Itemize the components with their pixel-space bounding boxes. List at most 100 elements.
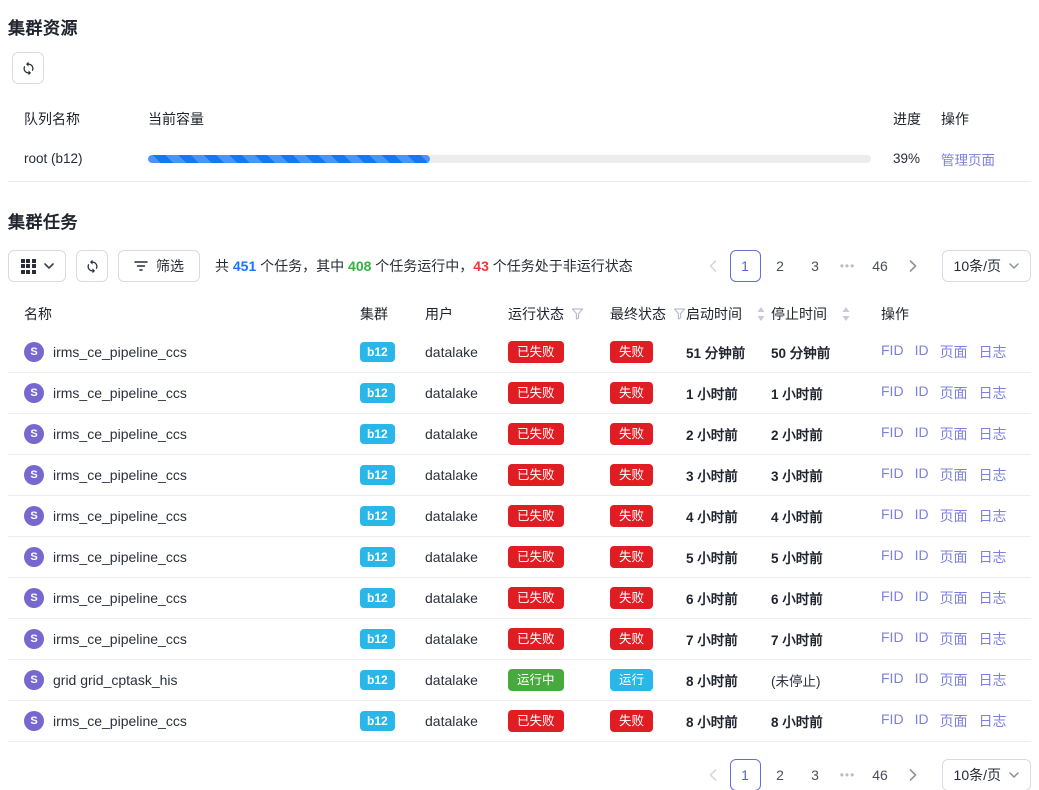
action-link[interactable]: 日志 bbox=[979, 547, 1007, 567]
action-link[interactable]: 页面 bbox=[940, 383, 968, 403]
action-link[interactable]: FID bbox=[881, 424, 904, 444]
task-name: grid grid_cptask_his bbox=[53, 672, 178, 688]
pagination-prev-button[interactable] bbox=[700, 250, 726, 282]
page-size-select[interactable]: 10条/页 bbox=[942, 250, 1031, 282]
summary-text: 个任务，其中 bbox=[256, 258, 348, 274]
action-link[interactable]: 页面 bbox=[940, 711, 968, 731]
action-link[interactable]: 页面 bbox=[940, 506, 968, 526]
action-link[interactable]: 日志 bbox=[979, 383, 1007, 403]
final-status-badge: 失败 bbox=[610, 464, 653, 486]
action-link[interactable]: FID bbox=[881, 342, 904, 362]
sorter-icon[interactable] bbox=[757, 307, 765, 321]
final-status-badge: 失败 bbox=[610, 505, 653, 527]
action-link[interactable]: FID bbox=[881, 629, 904, 649]
cluster-badge: b12 bbox=[360, 711, 395, 731]
action-link[interactable]: 日志 bbox=[979, 465, 1007, 485]
row-actions: FID ID 页面日志 bbox=[881, 547, 1031, 567]
pagination-page-2[interactable]: 2 bbox=[765, 250, 796, 282]
run-status-badge: 已失败 bbox=[508, 505, 564, 527]
resources-refresh-button[interactable] bbox=[12, 52, 44, 84]
task-user: datalake bbox=[425, 713, 508, 729]
pagination-next-button[interactable] bbox=[900, 759, 926, 790]
action-link[interactable]: ID bbox=[915, 711, 929, 731]
action-link[interactable]: 页面 bbox=[940, 342, 968, 362]
action-link[interactable]: 页面 bbox=[940, 424, 968, 444]
pagination-page-3[interactable]: 3 bbox=[800, 250, 831, 282]
spark-avatar-icon: S bbox=[24, 465, 44, 485]
action-link[interactable]: ID bbox=[915, 383, 929, 403]
pagination-page-46[interactable]: 46 bbox=[865, 759, 896, 790]
pagination-page-3[interactable]: 3 bbox=[800, 759, 831, 790]
spark-avatar-icon: S bbox=[24, 424, 44, 444]
task-user: datalake bbox=[425, 672, 508, 688]
action-link[interactable]: FID bbox=[881, 547, 904, 567]
action-link[interactable]: ID bbox=[915, 342, 929, 362]
pagination-ellipsis[interactable]: ••• bbox=[835, 759, 861, 790]
col-header-name: 名称 bbox=[8, 304, 360, 324]
action-link[interactable]: ID bbox=[915, 670, 929, 690]
action-link[interactable]: ID bbox=[915, 547, 929, 567]
action-link[interactable]: 日志 bbox=[979, 588, 1007, 608]
pagination-next-button[interactable] bbox=[900, 250, 926, 282]
action-link[interactable]: 页面 bbox=[940, 629, 968, 649]
action-link[interactable]: ID bbox=[915, 588, 929, 608]
start-time: 8 小时前 bbox=[686, 670, 771, 690]
table-row: S irms_ce_pipeline_ccs b12 datalake 已失败 … bbox=[8, 537, 1031, 578]
tasks-toolbar: 筛选 共 451 个任务，其中 408 个任务运行中，43 个任务处于非运行状态… bbox=[8, 250, 1031, 282]
action-link[interactable]: 页面 bbox=[940, 465, 968, 485]
action-link[interactable]: ID bbox=[915, 629, 929, 649]
action-link[interactable]: 日志 bbox=[979, 711, 1007, 731]
tasks-refresh-button[interactable] bbox=[76, 250, 108, 282]
funnel-filter-icon[interactable] bbox=[571, 308, 584, 320]
cluster-badge: b12 bbox=[360, 342, 395, 362]
table-row: S irms_ce_pipeline_ccs b12 datalake 已失败 … bbox=[8, 414, 1031, 455]
row-actions: FID ID 页面日志 bbox=[881, 588, 1031, 608]
action-link[interactable]: 日志 bbox=[979, 506, 1007, 526]
action-link[interactable]: FID bbox=[881, 588, 904, 608]
action-link[interactable]: ID bbox=[915, 465, 929, 485]
grid-icon bbox=[21, 259, 36, 274]
action-link[interactable]: FID bbox=[881, 670, 904, 690]
column-settings-dropdown-button[interactable] bbox=[8, 250, 66, 282]
row-actions: FID ID 页面日志 bbox=[881, 383, 1031, 403]
pagination-page-1[interactable]: 1 bbox=[730, 759, 761, 790]
refresh-icon bbox=[21, 61, 36, 76]
action-link[interactable]: ID bbox=[915, 506, 929, 526]
start-time: 2 小时前 bbox=[686, 424, 771, 444]
task-name: irms_ce_pipeline_ccs bbox=[53, 713, 187, 729]
action-link[interactable]: FID bbox=[881, 506, 904, 526]
start-time: 7 小时前 bbox=[686, 629, 771, 649]
task-name: irms_ce_pipeline_ccs bbox=[53, 385, 187, 401]
action-link[interactable]: 页面 bbox=[940, 670, 968, 690]
table-row: S irms_ce_pipeline_ccs b12 datalake 已失败 … bbox=[8, 332, 1031, 373]
action-link[interactable]: FID bbox=[881, 383, 904, 403]
col-header-current-capacity: 当前容量 bbox=[148, 109, 885, 129]
page-size-select[interactable]: 10条/页 bbox=[942, 759, 1031, 790]
cluster-resources-title: 集群资源 bbox=[8, 14, 1031, 39]
filter-button[interactable]: 筛选 bbox=[118, 250, 200, 282]
row-actions: FID ID 页面日志 bbox=[881, 465, 1031, 485]
run-status-badge: 已失败 bbox=[508, 546, 564, 568]
final-status-badge: 失败 bbox=[610, 710, 653, 732]
pagination-page-1[interactable]: 1 bbox=[730, 250, 761, 282]
row-actions: FID ID 页面日志 bbox=[881, 629, 1031, 649]
stop-time: 4 小时前 bbox=[771, 506, 881, 526]
pagination-page-46[interactable]: 46 bbox=[865, 250, 896, 282]
pagination-ellipsis[interactable]: ••• bbox=[835, 250, 861, 282]
action-link[interactable]: ID bbox=[915, 424, 929, 444]
action-link[interactable]: FID bbox=[881, 711, 904, 731]
action-link[interactable]: 日志 bbox=[979, 424, 1007, 444]
run-status-badge: 已失败 bbox=[508, 587, 564, 609]
action-link[interactable]: FID bbox=[881, 465, 904, 485]
action-link[interactable]: 日志 bbox=[979, 629, 1007, 649]
action-link[interactable]: 日志 bbox=[979, 342, 1007, 362]
pagination-prev-button[interactable] bbox=[700, 759, 726, 790]
action-link[interactable]: 页面 bbox=[940, 588, 968, 608]
task-name: irms_ce_pipeline_ccs bbox=[53, 426, 187, 442]
action-link[interactable]: 页面 bbox=[940, 547, 968, 567]
funnel-filter-icon[interactable] bbox=[673, 308, 686, 320]
sorter-icon[interactable] bbox=[842, 307, 850, 321]
manage-page-link[interactable]: 管理页面 bbox=[941, 153, 995, 168]
pagination-page-2[interactable]: 2 bbox=[765, 759, 796, 790]
action-link[interactable]: 日志 bbox=[979, 670, 1007, 690]
